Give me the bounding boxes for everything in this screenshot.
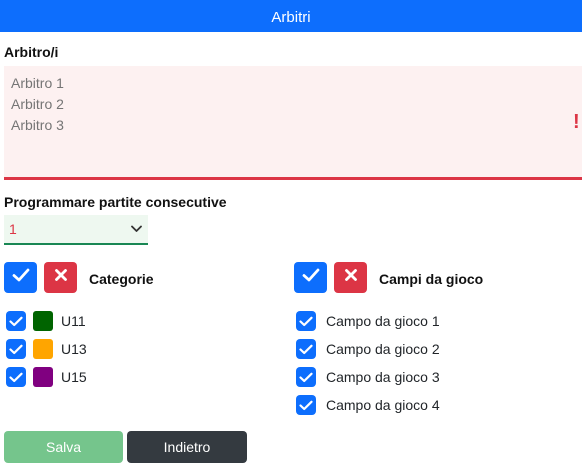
check-icon	[12, 268, 30, 287]
close-icon	[344, 268, 358, 287]
field-item: Campo da gioco 1	[296, 311, 440, 331]
category-color-swatch	[33, 339, 53, 359]
field-item: Campo da gioco 3	[296, 367, 440, 387]
consecutive-matches-select[interactable]: 1	[4, 215, 148, 245]
field-item: Campo da gioco 4	[296, 395, 440, 415]
chevron-down-icon	[131, 224, 142, 235]
category-item: U15	[6, 367, 87, 387]
save-button[interactable]: Salva	[4, 431, 123, 463]
category-color-swatch	[33, 311, 53, 331]
deselect-all-fields-button[interactable]	[334, 262, 367, 293]
back-button-label: Indietro	[163, 439, 211, 455]
field-label: Campo da gioco 1	[326, 313, 440, 329]
select-value: 1	[9, 221, 17, 237]
close-icon	[54, 268, 68, 287]
fields-title: Campi da gioco	[379, 271, 484, 287]
category-checkbox[interactable]	[6, 339, 26, 359]
category-color-swatch	[33, 367, 53, 387]
field-checkbox[interactable]	[296, 311, 316, 331]
field-item: Campo da gioco 2	[296, 339, 440, 359]
save-button-label: Salva	[45, 439, 82, 455]
referees-textarea[interactable]	[4, 66, 582, 180]
category-checkbox[interactable]	[6, 311, 26, 331]
field-checkbox[interactable]	[296, 339, 316, 359]
page-header: Arbitri	[0, 0, 582, 32]
category-checkbox[interactable]	[6, 367, 26, 387]
category-label: U13	[61, 341, 87, 357]
category-label: U11	[61, 313, 86, 329]
consecutive-matches-label: Programmare partite consecutive	[4, 194, 227, 210]
category-label: U15	[61, 369, 87, 385]
check-icon	[302, 268, 320, 287]
field-label: Campo da gioco 4	[326, 397, 440, 413]
deselect-all-categories-button[interactable]	[44, 262, 77, 293]
select-all-categories-button[interactable]	[4, 262, 37, 293]
category-item: U11	[6, 311, 86, 331]
error-icon: !	[573, 111, 580, 133]
field-checkbox[interactable]	[296, 367, 316, 387]
select-all-fields-button[interactable]	[294, 262, 327, 293]
category-item: U13	[6, 339, 87, 359]
categories-title: Categorie	[89, 271, 154, 287]
field-checkbox[interactable]	[296, 395, 316, 415]
referees-label: Arbitro/i	[4, 44, 59, 60]
field-label: Campo da gioco 2	[326, 341, 440, 357]
field-label: Campo da gioco 3	[326, 369, 440, 385]
back-button[interactable]: Indietro	[127, 431, 247, 463]
page-title: Arbitri	[271, 8, 311, 26]
